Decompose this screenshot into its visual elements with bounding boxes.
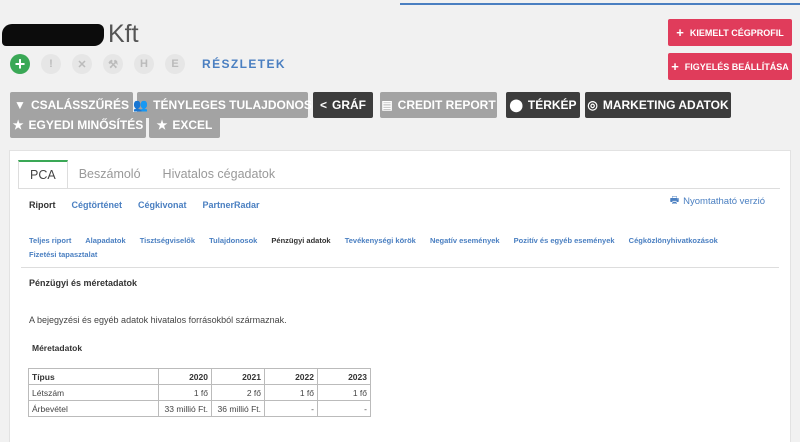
graph-button[interactable]: < GRÁF: [313, 92, 373, 118]
report-subnav: Riport Cégtörténet Cégkivonat PartnerRad…: [29, 200, 276, 210]
tab-pca[interactable]: PCA: [18, 160, 68, 189]
excel-button[interactable]: ★ EXCEL: [149, 112, 220, 138]
details-link[interactable]: RÉSZLETEK: [202, 57, 286, 71]
watch-settings-button[interactable]: + FIGYELÉS BEÁLLÍTÁSA: [668, 53, 792, 80]
star-icon: ★: [156, 118, 168, 132]
table-cell: 1 fő: [158, 384, 212, 401]
x-icon[interactable]: ✕: [72, 54, 92, 74]
table-cell: 33 millió Ft.: [158, 400, 212, 417]
redacted-company-name: [2, 24, 104, 46]
star-icon: ★: [12, 118, 24, 132]
table-header: 2020: [158, 368, 212, 385]
custom-rating-button[interactable]: ★ EGYEDI MINŐSÍTÉS: [10, 112, 146, 138]
plus-icon: +: [671, 59, 679, 74]
table-row: Létszám 1 fő 2 fő 1 fő 1 fő: [28, 384, 371, 401]
table-cell: 1 fő: [264, 384, 318, 401]
table-cell: 1 fő: [317, 384, 371, 401]
highlight-profile-button[interactable]: + KIEMELT CÉGPROFIL: [668, 19, 792, 46]
section-link[interactable]: Fizetési tapasztalat: [29, 250, 97, 259]
report-panel: PCA Beszámoló Hivatalos cégadatok Riport…: [9, 150, 791, 442]
table-header: 2022: [264, 368, 318, 385]
map-marker-icon: ⬤: [509, 98, 523, 112]
print-version-link[interactable]: 🖶 Nyomtatható verzió: [670, 193, 765, 210]
tab-divider: [18, 188, 780, 189]
table-header-row: Típus 2020 2021 2022 2023: [28, 368, 371, 385]
section-link[interactable]: Tisztségviselők: [140, 236, 195, 245]
section-title: Pénzügyi és méretadatok: [29, 278, 138, 288]
section-link[interactable]: Negatív események: [430, 236, 500, 245]
company-title: Kft: [0, 18, 500, 50]
table-cell: 36 millió Ft.: [211, 400, 265, 417]
section-link[interactable]: Tevékenységi körök: [345, 236, 416, 245]
section-link-current[interactable]: Pénzügyi adatok: [271, 236, 330, 245]
table-row: Árbevétel 33 millió Ft. 36 millió Ft. - …: [28, 400, 371, 417]
hammer-icon[interactable]: ⚒: [103, 54, 123, 74]
section-divider: [21, 267, 779, 268]
share-icon: <: [319, 98, 327, 112]
table-cell: -: [317, 400, 371, 417]
section-link[interactable]: Pozitív és egyéb események: [514, 236, 615, 245]
section-link[interactable]: Cégközlönyhivatkozások: [629, 236, 718, 245]
table-header: 2021: [211, 368, 265, 385]
users-icon: 👥: [133, 98, 149, 112]
exclamation-icon[interactable]: !: [41, 54, 61, 74]
table-cell: -: [264, 400, 318, 417]
subnav-partnerradar[interactable]: PartnerRadar: [203, 200, 260, 210]
report-icon: ▤: [381, 98, 393, 112]
top-progress-line: [400, 3, 800, 5]
printer-icon: 🖶: [669, 195, 680, 206]
table-cell: Létszám: [28, 384, 159, 401]
tab-official-data[interactable]: Hivatalos cégadatok: [152, 160, 287, 189]
table-cell: Árbevétel: [28, 400, 159, 417]
h-icon[interactable]: H: [134, 54, 154, 74]
size-data-title: Méretadatok: [32, 343, 83, 353]
filter-icon: ▼: [14, 98, 26, 112]
plus-icon: +: [676, 25, 684, 40]
plus-icon[interactable]: +: [10, 54, 30, 74]
table-cell: 2 fő: [211, 384, 265, 401]
subnav-extract[interactable]: Cégkivonat: [138, 200, 187, 210]
size-data-table: Típus 2020 2021 2022 2023 Létszám 1 fő 2…: [28, 368, 371, 417]
e-icon[interactable]: E: [165, 54, 185, 74]
marketing-button[interactable]: ◎ MARKETING ADATOK: [585, 92, 731, 118]
company-suffix: Kft: [108, 20, 139, 48]
watch-settings-label: FIGYELÉS BEÁLLÍTÁSA: [684, 61, 789, 72]
section-link[interactable]: Teljes riport: [29, 236, 71, 245]
credit-report-button[interactable]: ▤ CREDIT REPORT: [380, 92, 497, 118]
table-header: Típus: [28, 368, 159, 385]
tab-beszamolo[interactable]: Beszámoló: [68, 160, 152, 189]
table-header: 2023: [317, 368, 371, 385]
subnav-riport[interactable]: Riport: [29, 200, 56, 210]
status-icon-row: + ! ✕ ⚒ H E RÉSZLETEK: [10, 53, 286, 75]
target-icon: ◎: [587, 98, 598, 112]
section-links: Teljes riport Alapadatok Tisztségviselők…: [29, 234, 774, 262]
highlight-profile-label: KIEMELT CÉGPROFIL: [689, 27, 784, 38]
intro-text: A bejegyzési és egyéb adatok hivatalos f…: [29, 315, 287, 325]
subnav-history[interactable]: Cégtörténet: [72, 200, 123, 210]
section-link[interactable]: Alapadatok: [85, 236, 125, 245]
map-button[interactable]: ⬤ TÉRKÉP: [506, 92, 580, 118]
tab-bar: PCA Beszámoló Hivatalos cégadatok: [18, 160, 286, 189]
section-link[interactable]: Tulajdonosok: [209, 236, 257, 245]
